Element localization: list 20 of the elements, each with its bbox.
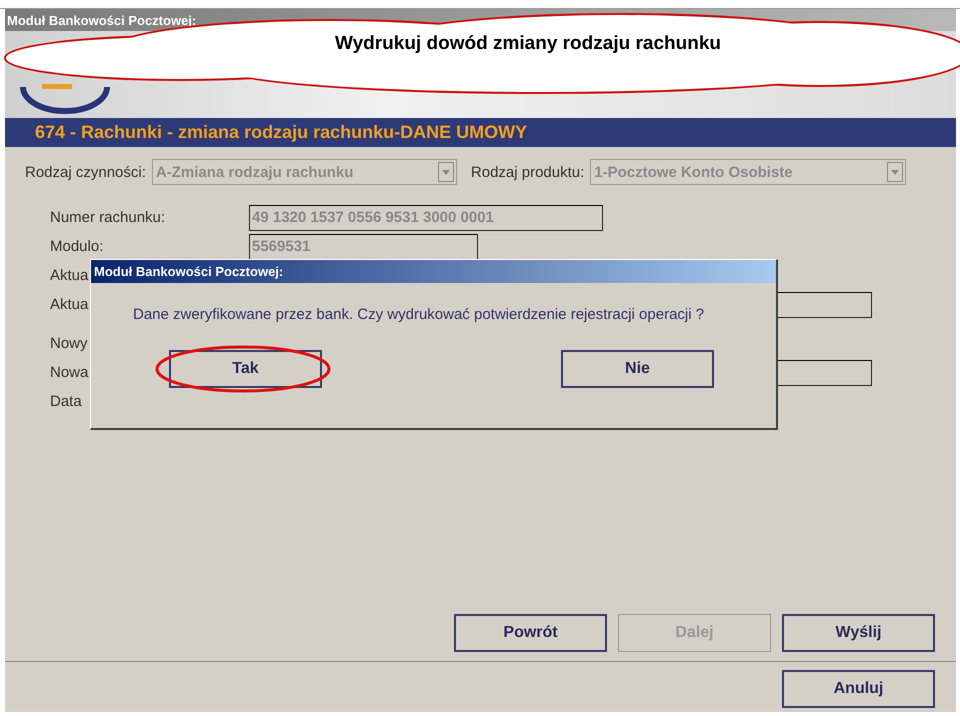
field-label: Nowa	[50, 364, 88, 381]
field-label: Data	[50, 393, 82, 410]
field-label: Rodzaj produktu:	[470, 164, 584, 180]
field-label: Rodzaj czynności:	[25, 164, 146, 180]
field-label: Aktua	[50, 267, 88, 284]
dialog-message: Dane zweryfikowane przez bank. Czy wydrukować potwierdzenie rejestracji operacji ?	[133, 306, 706, 323]
field-label: Aktua	[50, 296, 88, 313]
nav-button[interactable]: Powrót	[454, 614, 607, 652]
cancel-button[interactable]: Anuluj	[782, 670, 935, 708]
dialog-title: Moduł Bankowości Pocztowej:	[94, 264, 284, 279]
logo-icon	[20, 84, 110, 114]
window-title: Moduł Bankowości Pocztowej:	[7, 12, 196, 28]
dialog-button[interactable]: Nie	[561, 350, 714, 388]
screen-title: 674 - Rachunki - zmiana rodzaju rachunku-DANE UMOWY	[35, 122, 528, 143]
dialog-button[interactable]: Tak	[169, 350, 322, 388]
field-label: Modulo:	[50, 238, 104, 255]
nav-button[interactable]: Wyślij	[782, 614, 935, 652]
field-label: Numer rachunku:	[50, 209, 166, 226]
callout-text: Wydrukuj dowód zmiany rodzaju rachunku	[335, 33, 722, 55]
field-label: Nowy	[50, 335, 88, 352]
